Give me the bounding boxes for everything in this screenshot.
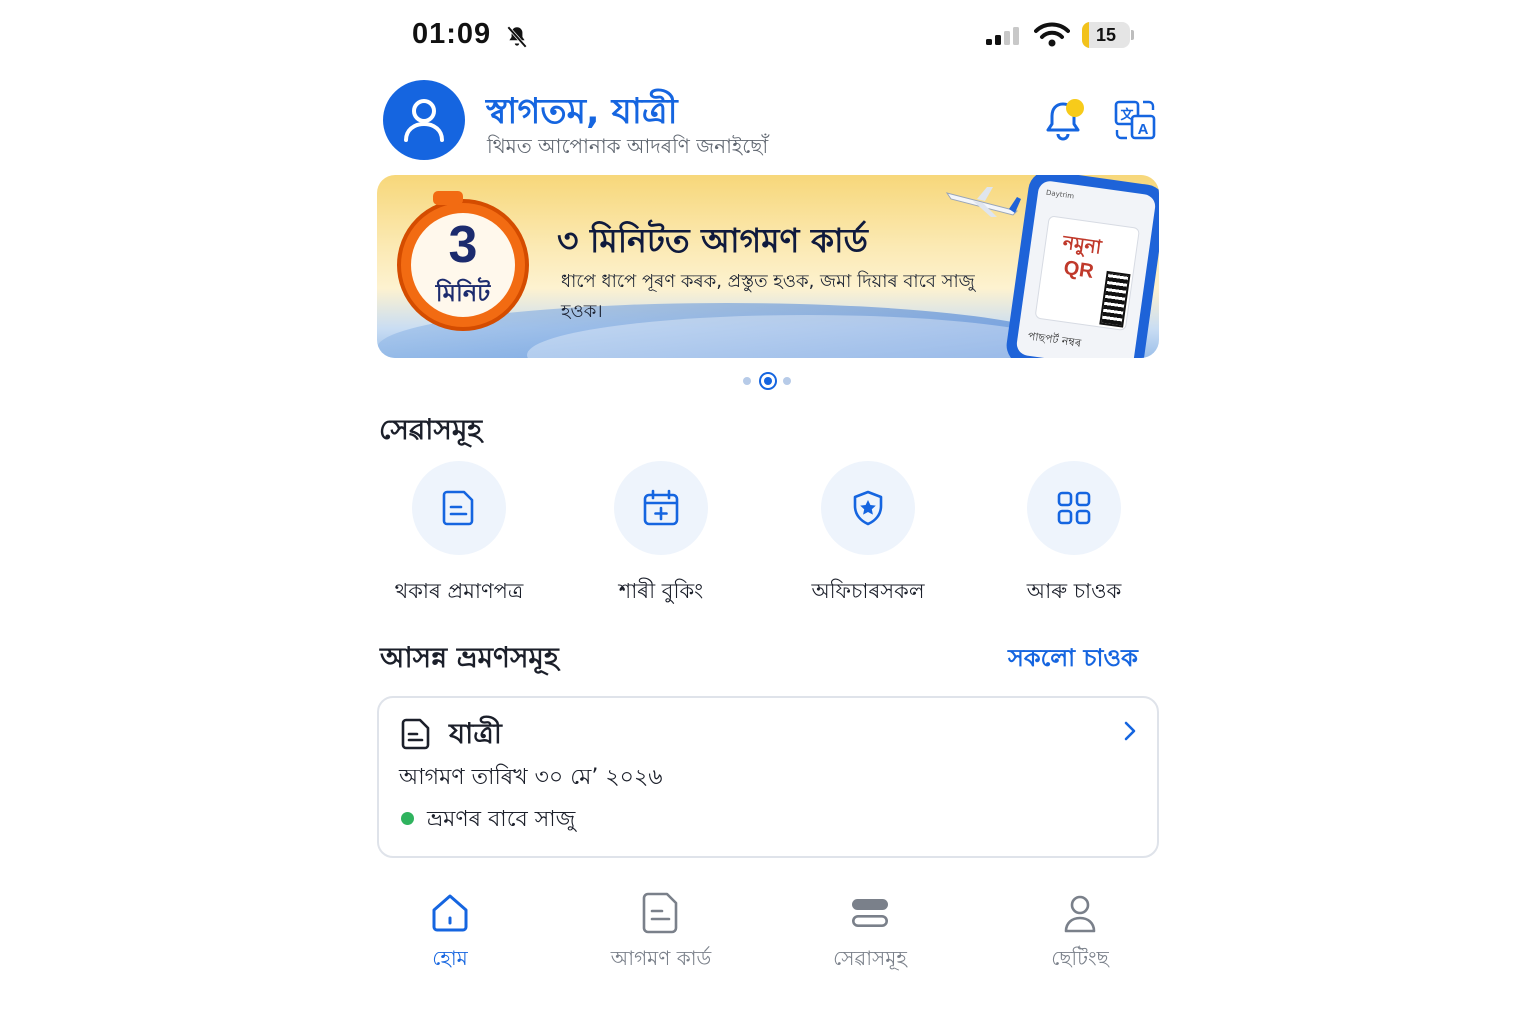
trip-card[interactable]: যাত্ৰী আগমণ তাৰিখ ৩০ মে’ ২০২৬ ভ্ৰমণৰ বাব…: [377, 696, 1159, 858]
signal-icon: [986, 26, 1024, 52]
language-button[interactable]: 文 A: [1113, 98, 1157, 142]
document-icon: [401, 718, 431, 754]
see-all-link[interactable]: সকলো চাওক: [1008, 640, 1138, 680]
wifi-icon: [1034, 22, 1070, 52]
service-label: থকাৰ প্ৰমাণপত্ৰ: [394, 579, 524, 603]
bell-muted-icon: [504, 24, 530, 54]
carousel-dot[interactable]: [743, 377, 751, 385]
notification-dot: [1066, 99, 1084, 117]
trip-arrival-date: আগমণ তাৰিখ ৩০ মে’ ২০২৬: [399, 765, 663, 790]
banner-description: ধাপে ধাপে পূৰণ কৰক, প্ৰস্তুত হওক, জমা দি…: [561, 271, 975, 322]
nav-arrival-card[interactable]: আগমণ কাৰ্ড: [576, 888, 746, 977]
nav-label: সেৱাসমূহ: [833, 946, 907, 970]
banner-title: ৩ মিনিটত আগমণ কাৰ্ড: [557, 221, 868, 260]
nav-home[interactable]: হোম: [365, 888, 535, 977]
service-more[interactable]: আৰু চাওক: [989, 461, 1159, 610]
svg-text:A: A: [1138, 121, 1149, 138]
service-label: আৰু চাওক: [1026, 579, 1122, 603]
nav-services[interactable]: সেৱাসমূহ: [785, 888, 955, 977]
service-residence-proof[interactable]: থকাৰ প্ৰমাণপত্ৰ: [374, 461, 544, 610]
stopwatch-icon: 3 মিনিট: [397, 199, 529, 331]
status-time: 01:09: [412, 18, 492, 50]
trip-status: ভ্ৰমণৰ বাবে সাজু: [427, 807, 576, 832]
trips-heading: আসন্ন ভ্ৰমণসমূহ: [380, 641, 559, 674]
svg-text:文: 文: [1120, 107, 1134, 123]
translate-icon: 文 A: [1114, 100, 1156, 140]
service-queue-booking[interactable]: শাৰী বুকিং: [576, 461, 746, 610]
calendar-add-icon: [643, 489, 679, 526]
police-badge-icon: [853, 490, 883, 526]
sample-card: নমুনা QR: [1034, 215, 1141, 332]
welcome-subtitle: থিমত আপোনাক আদৰণি জনাইছোঁ: [487, 134, 769, 158]
service-label: অফিচাৰসকল: [811, 579, 925, 603]
promo-banner[interactable]: 3 মিনিট ৩ মিনিটত আগমণ কাৰ্ড ধাপে ধাপে পূ…: [377, 175, 1159, 358]
timer-number: 3: [448, 216, 478, 274]
chevron-right-icon[interactable]: [1123, 720, 1137, 746]
carousel-dot-active[interactable]: [759, 372, 777, 390]
carousel-indicator[interactable]: [743, 372, 795, 390]
battery-icon: 15: [1082, 22, 1134, 48]
services-heading: সেৱাসমূহ: [379, 413, 483, 446]
status-dot: [401, 812, 414, 825]
passport-label: পাছপৰ্ট নম্বৰ: [1027, 329, 1082, 350]
timer-unit: মিনিট: [435, 279, 491, 307]
nav-label: হোম: [432, 946, 468, 970]
home-icon: [432, 894, 468, 932]
battery-level: 15: [1095, 25, 1117, 45]
phone-illustration: Daytrim নমুনা QR পাছপৰ্ট নম্বৰ: [1004, 175, 1159, 358]
airplane-icon: [943, 183, 1023, 227]
phone-brand: Daytrim: [1045, 188, 1075, 201]
services-stack-icon: [851, 899, 889, 927]
service-label: শাৰী বুকিং: [618, 579, 704, 603]
notification-button[interactable]: [1043, 98, 1087, 142]
trip-name: যাত্ৰী: [449, 717, 502, 750]
user-icon[interactable]: [383, 80, 465, 160]
card-document-icon: [642, 892, 678, 934]
nav-label: ছেটিংছ: [1051, 946, 1109, 970]
carousel-dot[interactable]: [783, 377, 791, 385]
document-icon: [442, 490, 474, 526]
grid-icon: [1057, 491, 1091, 525]
service-officers[interactable]: অফিচাৰসকল: [783, 461, 953, 610]
nav-settings[interactable]: ছেটিংছ: [995, 888, 1165, 977]
profile-settings-icon: [1064, 895, 1096, 933]
nav-label: আগমণ কাৰ্ড: [610, 946, 712, 970]
